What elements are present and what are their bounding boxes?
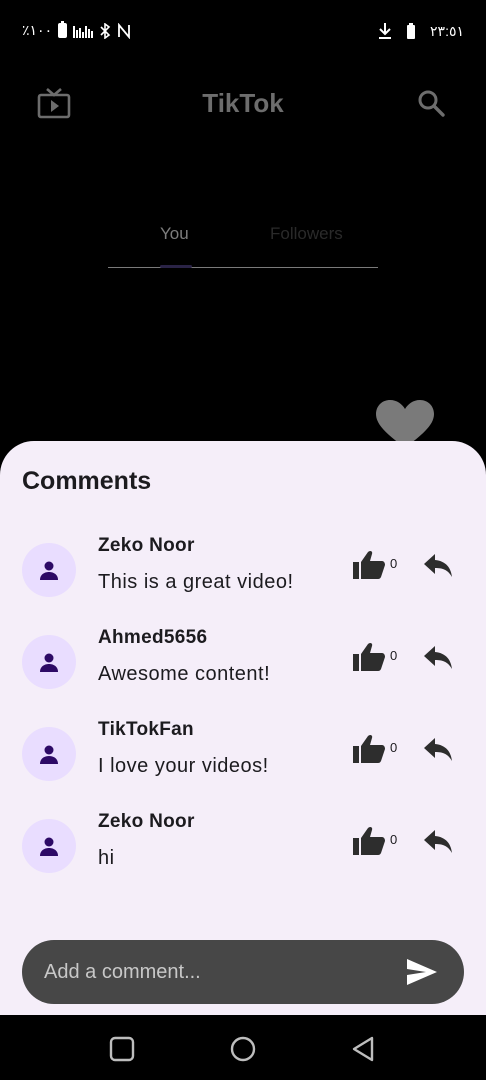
reply-icon[interactable] [423,551,453,579]
battery-percent: ٪١٠٠ [22,22,53,38]
comment-item: Zeko Noor This is a great video! 0 [0,535,486,627]
comment-author: Zeko Noor [98,535,195,556]
comment-composer [22,940,464,1004]
nfc-icon [118,22,130,39]
bluetooth-icon [100,22,111,39]
battery-saver-icon [407,23,416,39]
comment-author: Zeko Noor [98,811,195,832]
comment-author: TikTokFan [98,719,194,740]
send-icon[interactable] [406,958,438,986]
comment-text: Awesome content! [98,663,271,685]
back-triangle-icon[interactable] [350,1035,378,1063]
download-icon [379,23,392,39]
app-title: TikTok [202,88,284,118]
comment-text: hi [98,847,115,869]
status-left: ٪١٠٠ [22,21,131,39]
reply-icon[interactable] [423,827,453,855]
person-icon [40,561,58,580]
status-time: ٢٣:٥١ [430,22,464,39]
reply-icon[interactable] [423,735,453,763]
comment-text: This is a great video! [98,571,294,593]
app-header: TikTok [0,72,486,136]
thumb-up-icon[interactable] [352,825,386,857]
like-count: 0 [390,832,398,847]
battery-icon [58,21,68,38]
comment-input[interactable] [44,940,404,1004]
comment-text: I love your videos! [98,755,269,777]
avatar[interactable] [22,819,76,873]
recents-square-icon[interactable] [108,1035,136,1063]
tab-you[interactable]: You [160,224,189,244]
like-count: 0 [390,556,398,571]
reply-icon[interactable] [423,643,453,671]
comment-item: Zeko Noor hi 0 [0,811,486,903]
signal-icon [73,24,94,38]
avatar[interactable] [22,543,76,597]
tab-indicator [160,265,192,268]
comment-item: Ahmed5656 Awesome content! 0 [0,627,486,719]
feed-tabs: You Followers [108,218,378,268]
comment-author: Ahmed5656 [98,627,208,648]
comments-sheet: Comments Zeko Noor This is a great video… [0,441,486,1015]
thumb-up-icon[interactable] [352,549,386,581]
comments-title: Comments [22,467,152,495]
search-icon[interactable] [416,88,446,118]
status-right: ٢٣:٥١ [378,22,464,40]
avatar[interactable] [22,635,76,689]
comments-list: Zeko Noor This is a great video! 0 Ahmed… [0,535,486,903]
person-icon [40,745,58,764]
like-count: 0 [390,648,398,663]
avatar[interactable] [22,727,76,781]
person-icon [40,837,58,856]
like-count: 0 [390,740,398,755]
system-nav-bar [0,1015,486,1080]
person-icon [40,653,58,672]
comment-item: TikTokFan I love your videos! 0 [0,719,486,811]
home-circle-icon[interactable] [229,1035,257,1063]
thumb-up-icon[interactable] [352,641,386,673]
thumb-up-icon[interactable] [352,733,386,765]
tab-followers[interactable]: Followers [270,224,343,244]
status-bar: ٪١٠٠ ٢٣:٥١ [0,0,486,64]
